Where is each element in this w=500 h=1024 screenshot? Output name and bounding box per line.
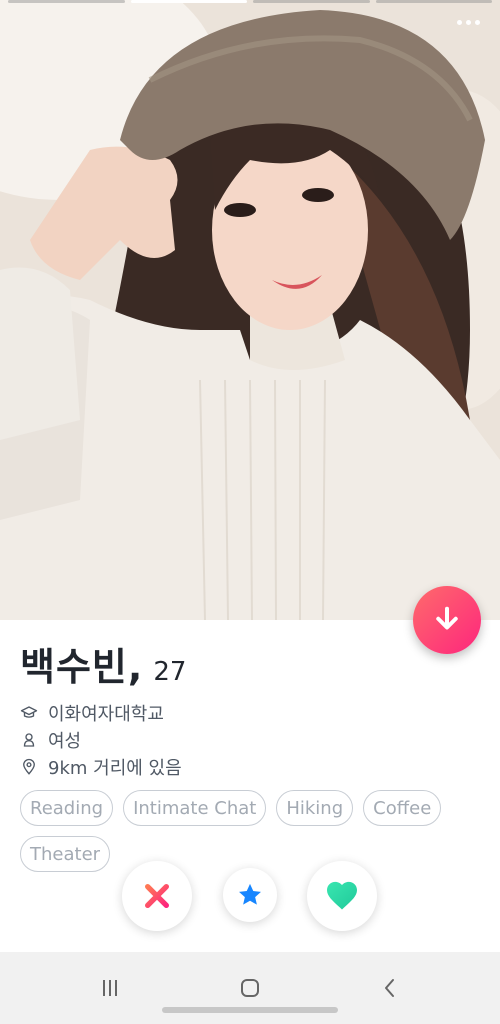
home-icon[interactable] — [230, 968, 270, 1008]
profile-info: 백수빈, 27 이화여자대학교 여성 9km 거리에 있음 — [20, 636, 480, 780]
gender-icon — [20, 731, 38, 749]
back-icon[interactable] — [370, 968, 410, 1008]
x-icon — [145, 884, 169, 908]
distance-text: 9km 거리에 있음 — [48, 757, 182, 779]
heart-icon — [327, 881, 357, 910]
profile-photo-image — [0, 0, 500, 620]
arrow-down-icon — [436, 606, 458, 630]
recent-apps-icon[interactable] — [90, 968, 130, 1008]
star-icon — [239, 883, 261, 905]
nope-button[interactable] — [122, 861, 192, 931]
interest-tag: Reading — [20, 790, 114, 826]
profile-info-button[interactable] — [413, 586, 481, 654]
photo-indicator-bar — [253, 0, 370, 3]
gender-text: 여성 — [48, 730, 82, 752]
like-button[interactable] — [307, 861, 377, 931]
school-text: 이화여자대학교 — [48, 703, 164, 725]
interest-tag: Coffee — [363, 790, 442, 826]
photo-indicator-bar-active — [130, 0, 247, 3]
profile-name: 백수빈, — [20, 645, 144, 689]
profile-meta: 이화여자대학교 여성 9km 거리에 있음 — [20, 699, 480, 780]
graduation-cap-icon — [20, 704, 38, 722]
school-row: 이화여자대학교 — [20, 699, 480, 726]
interest-tag: Intimate Chat — [123, 790, 267, 826]
superlike-button[interactable] — [223, 868, 277, 922]
location-pin-icon — [20, 758, 38, 776]
photo-indicator — [8, 0, 492, 4]
gesture-handle[interactable] — [162, 1007, 338, 1013]
interest-tag: Theater — [20, 836, 111, 872]
profile-age: 27 — [153, 657, 187, 687]
name-row: 백수빈, 27 — [20, 636, 480, 691]
profile-photo[interactable] — [0, 0, 500, 620]
interest-tag: Hiking — [276, 790, 354, 826]
system-nav-bar — [0, 952, 500, 1024]
gender-row: 여성 — [20, 726, 480, 753]
more-dots-icon[interactable] — [457, 20, 480, 25]
distance-row: 9km 거리에 있음 — [20, 753, 480, 780]
interest-tags: Reading Intimate Chat Hiking Coffee Thea… — [20, 790, 480, 872]
photo-indicator-bar — [8, 0, 125, 3]
photo-indicator-bar — [375, 0, 492, 3]
